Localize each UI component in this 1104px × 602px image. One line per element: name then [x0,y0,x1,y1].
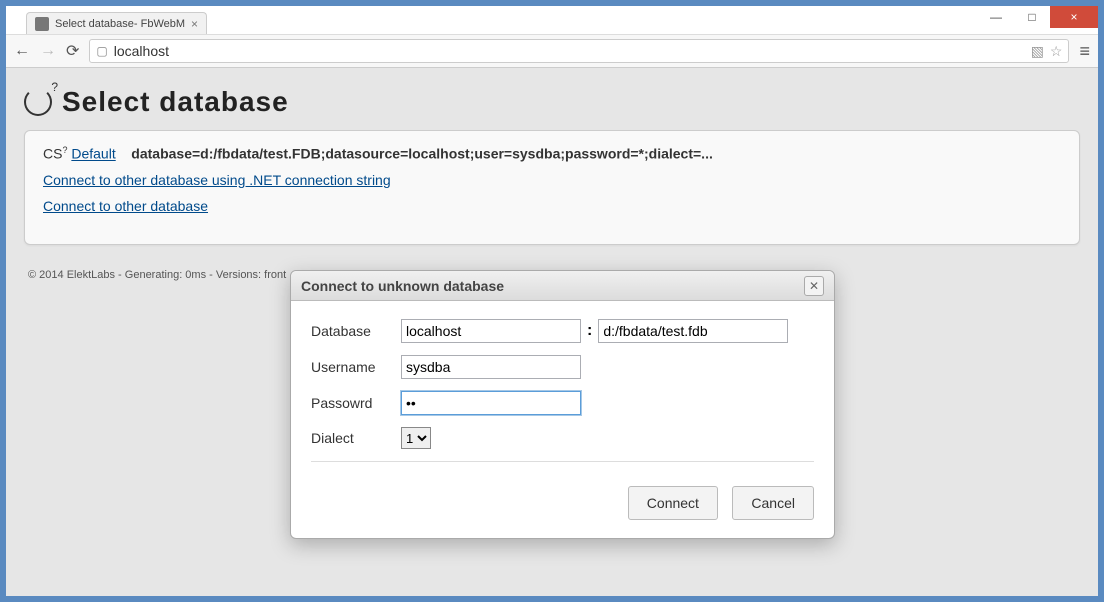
bookmark-ext-icon[interactable]: ▧ [1031,43,1044,60]
connect-button[interactable]: Connect [628,486,718,520]
globe-icon: ▢ [96,44,107,58]
connect-net-link[interactable]: Connect to other database using .NET con… [43,172,391,188]
forward-icon[interactable]: → [40,42,56,60]
help-superscript: ? [51,80,58,94]
minimize-button[interactable]: — [978,6,1014,28]
maximize-button[interactable]: □ [1014,6,1050,28]
dialog-close-icon[interactable]: ✕ [804,276,824,296]
label-dialect: Dialect [311,430,401,446]
cs-sup: ? [62,145,67,155]
connection-string: database=d:/fbdata/test.FDB;datasource=l… [131,146,713,162]
titlebar: Select database- FbWebM × — □ × [6,6,1098,34]
browser-tab[interactable]: Select database- FbWebM × [26,12,207,34]
favicon-icon [35,17,49,31]
dialog-title: Connect to unknown database [301,278,504,294]
star-icon[interactable]: ☆ [1050,43,1063,60]
username-input[interactable] [401,355,581,379]
page-content: ? Select database CS? Default database=d… [6,68,1098,596]
default-link[interactable]: Default [71,146,115,162]
dialect-select[interactable]: 1 [401,427,431,449]
label-username: Username [311,359,401,375]
cs-label: CS [43,146,62,162]
url-field-wrap[interactable]: ▢ ▧ ☆ [89,39,1069,63]
connect-dialog: Connect to unknown database ✕ Database :… [290,270,835,539]
label-password: Passowrd [311,395,401,411]
url-input[interactable] [114,43,1025,59]
password-input[interactable] [401,391,581,415]
spinner-icon: ? [24,88,52,116]
db-path-input[interactable] [598,319,788,343]
window-close-button[interactable]: × [1050,6,1098,28]
main-panel: CS? Default database=d:/fbdata/test.FDB;… [24,130,1080,245]
label-database: Database [311,323,401,339]
connect-other-link[interactable]: Connect to other database [43,198,208,214]
menu-icon[interactable]: ≡ [1079,41,1090,62]
reload-icon[interactable]: ⟳ [66,41,79,61]
dialog-header[interactable]: Connect to unknown database ✕ [291,271,834,301]
tab-close-icon[interactable]: × [191,17,198,31]
colon-separator: : [587,322,592,340]
address-bar: ← → ⟳ ▢ ▧ ☆ ≡ [6,34,1098,68]
page-title: Select database [62,86,289,118]
cancel-button[interactable]: Cancel [732,486,814,520]
back-icon[interactable]: ← [14,42,30,60]
tab-title: Select database- FbWebM [55,18,185,30]
db-host-input[interactable] [401,319,581,343]
